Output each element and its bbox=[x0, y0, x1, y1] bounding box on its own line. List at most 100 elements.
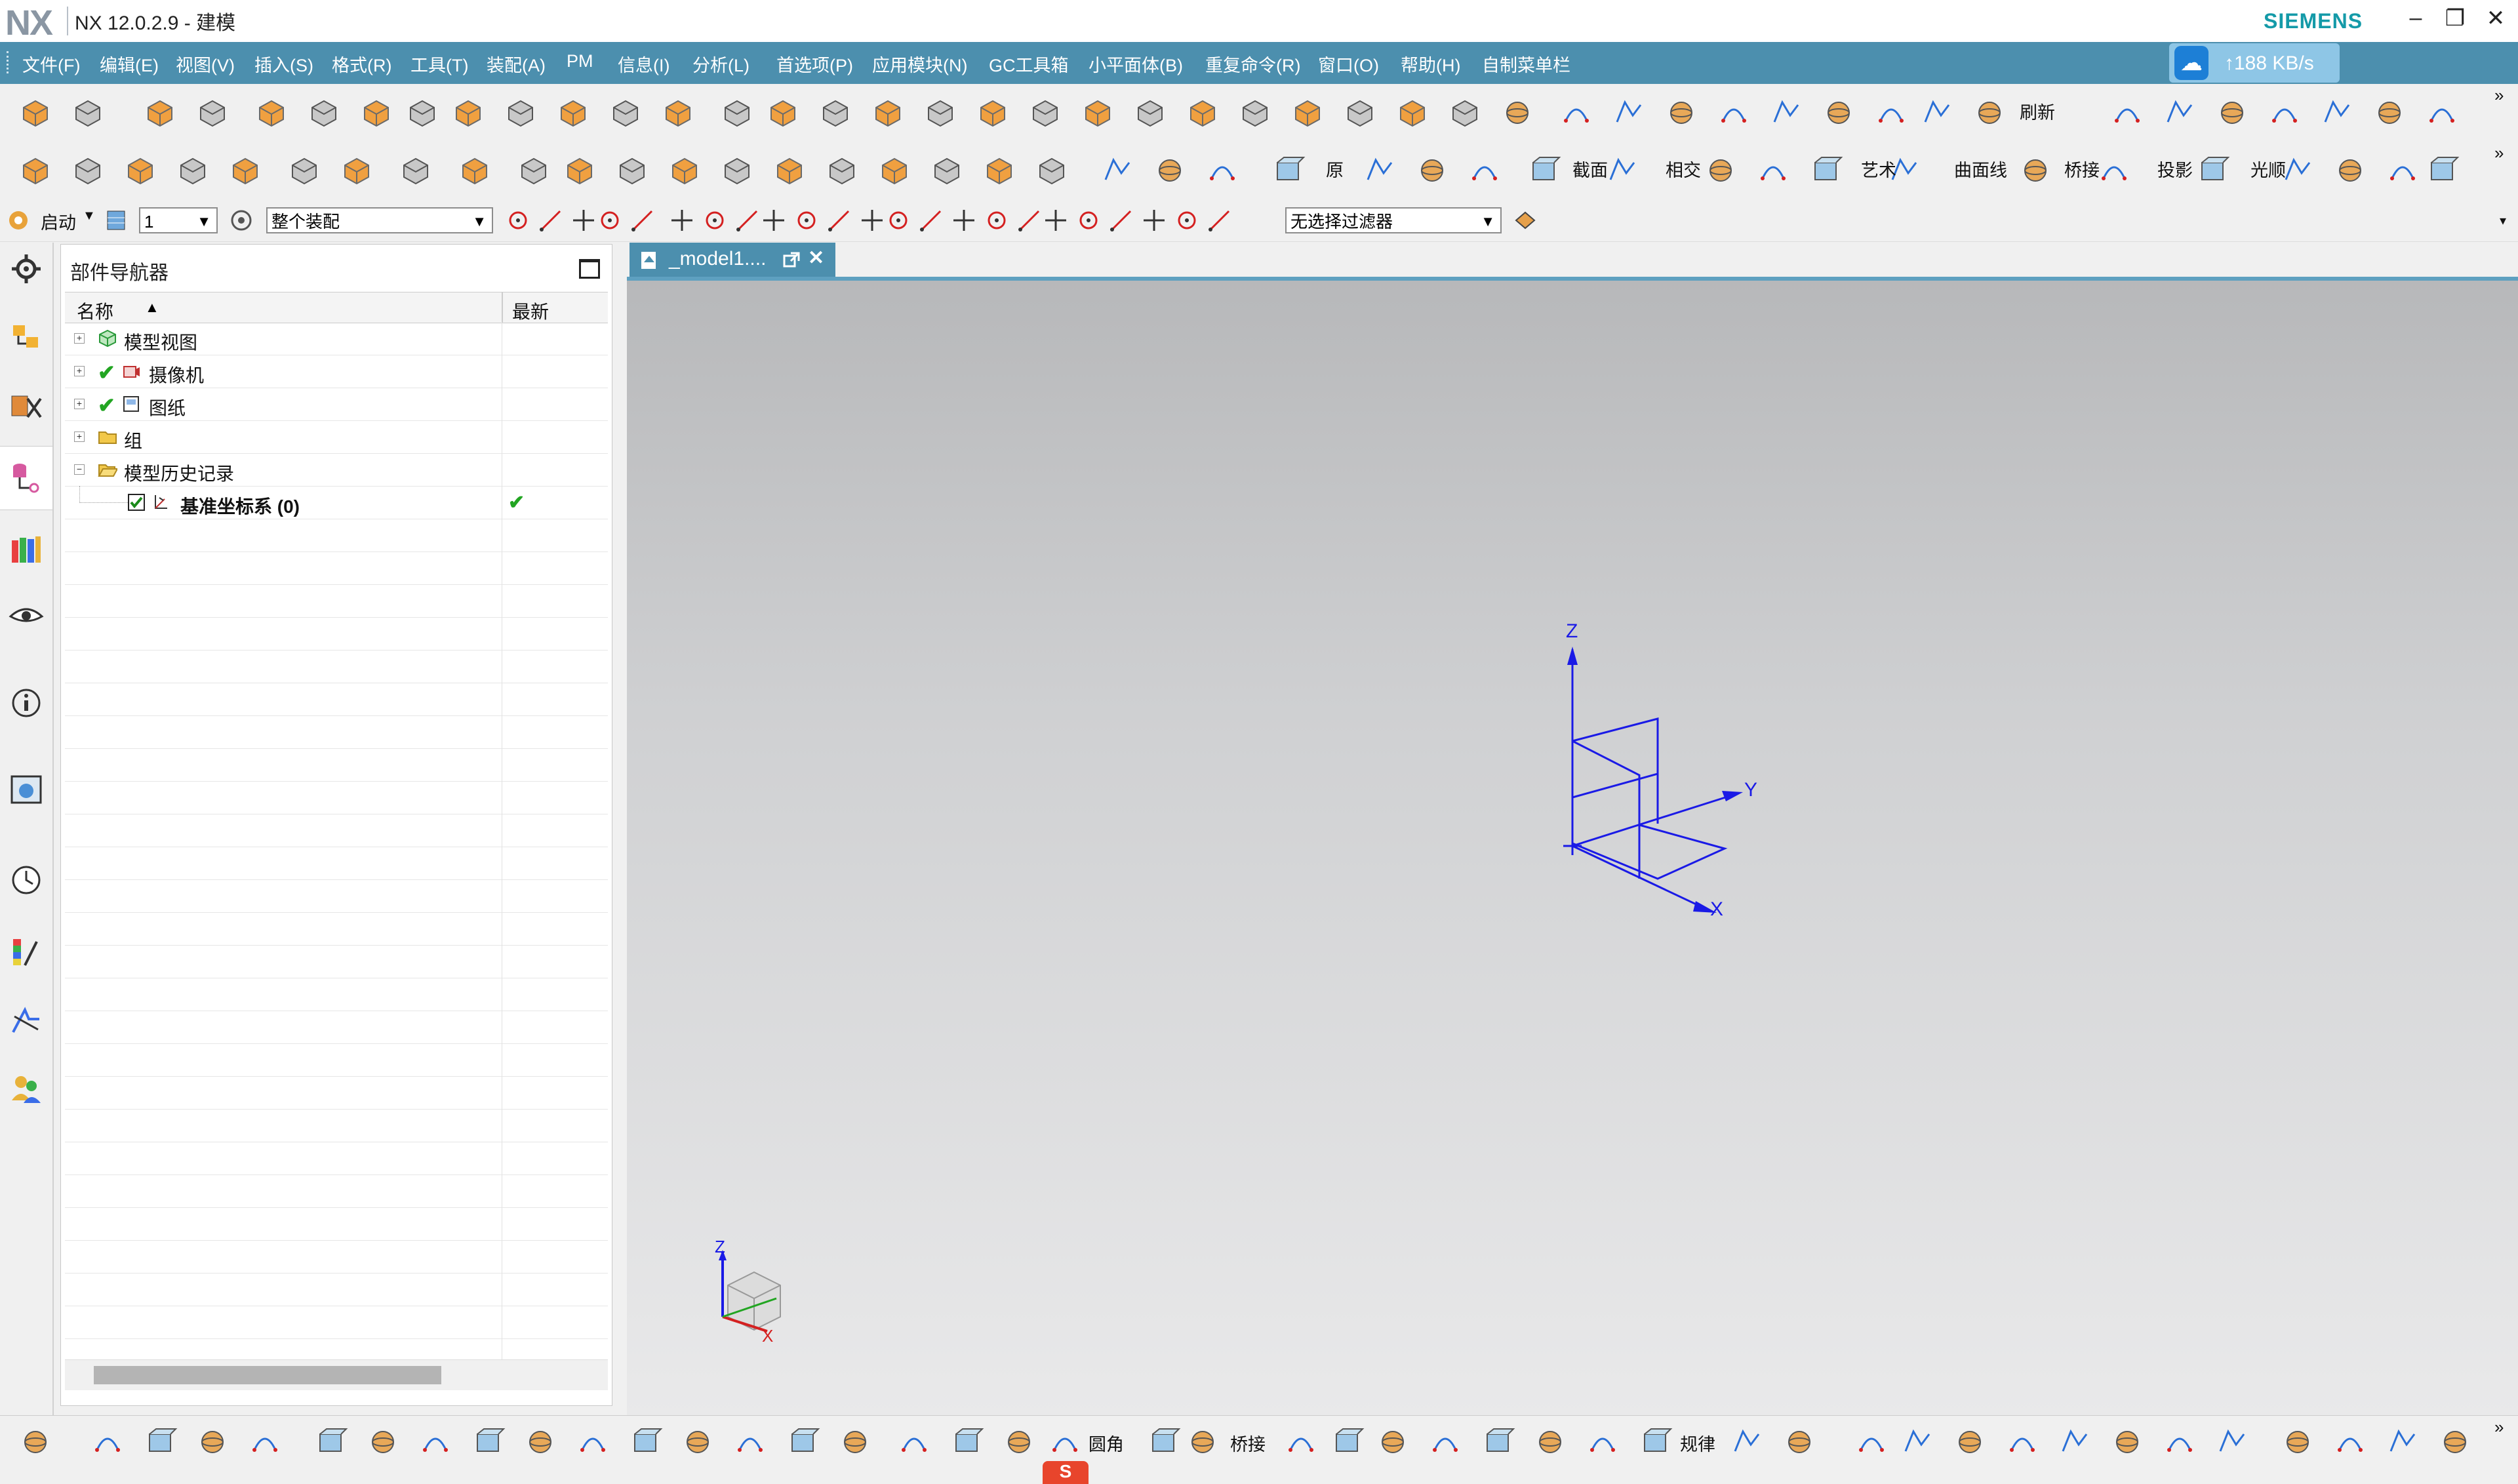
tool-icon[interactable] bbox=[95, 1437, 120, 1452]
tool-icon[interactable] bbox=[777, 157, 802, 185]
tool-icon[interactable] bbox=[410, 100, 435, 127]
restore-button[interactable]: ❐ bbox=[2437, 5, 2473, 31]
tool-icon[interactable] bbox=[2115, 108, 2140, 123]
tool-icon[interactable] bbox=[561, 100, 586, 127]
tree-row-model-history[interactable]: − 模型历史记录 bbox=[65, 453, 608, 487]
tool-icon[interactable] bbox=[1336, 1428, 1365, 1452]
toolbar2-overflow-icon[interactable]: » bbox=[2494, 143, 2504, 163]
selection-filter-icon[interactable] bbox=[671, 210, 692, 231]
toolbar-row-1-icons[interactable] bbox=[0, 84, 2518, 142]
tree-row-drawings[interactable]: + ✔ 图纸 bbox=[65, 388, 608, 421]
tool-icon[interactable] bbox=[292, 157, 317, 185]
tool-icon[interactable] bbox=[1104, 157, 1130, 180]
process-studio-icon[interactable] bbox=[8, 1003, 45, 1040]
tool-icon[interactable] bbox=[1609, 157, 1635, 180]
horizontal-scrollbar-thumb[interactable] bbox=[94, 1366, 441, 1384]
document-tab[interactable]: _model1.... ✕ bbox=[630, 243, 835, 277]
tool-icon[interactable] bbox=[666, 100, 690, 127]
selection-filter-icon[interactable] bbox=[1144, 210, 1165, 231]
tool-icon[interactable] bbox=[1487, 1428, 1515, 1452]
expand-icon[interactable]: + bbox=[74, 399, 85, 409]
tool-icon[interactable] bbox=[2024, 159, 2047, 182]
part-navigator-icon[interactable] bbox=[8, 459, 45, 496]
tool-bridge-label[interactable]: 桥接 bbox=[2064, 156, 2100, 182]
tool-icon[interactable] bbox=[2167, 1437, 2192, 1452]
start-icon[interactable] bbox=[7, 207, 30, 233]
toolbar-overflow-icon[interactable]: » bbox=[2494, 85, 2504, 106]
tool-icon[interactable] bbox=[823, 100, 848, 127]
tool-icon[interactable] bbox=[1828, 102, 1850, 124]
tool-fillet-label[interactable]: 圆角 bbox=[1089, 1430, 1124, 1456]
tool-icon[interactable] bbox=[1709, 159, 1732, 182]
tree-row-cameras[interactable]: + ✔ 摄像机 bbox=[65, 355, 608, 388]
tool-icon[interactable] bbox=[567, 157, 592, 185]
tree-row-groups[interactable]: + 组 bbox=[65, 420, 608, 454]
bottom-overflow-icon[interactable]: » bbox=[2494, 1417, 2504, 1437]
tool-icon[interactable] bbox=[529, 1431, 551, 1453]
eye-icon[interactable] bbox=[8, 597, 45, 633]
gear-icon[interactable] bbox=[8, 251, 45, 287]
tool-icon[interactable] bbox=[1978, 102, 2001, 124]
tool-icon[interactable] bbox=[613, 100, 638, 127]
checkbox-checked-icon[interactable] bbox=[127, 492, 146, 512]
info-icon[interactable] bbox=[8, 685, 45, 721]
toolbar-row-2-icons[interactable] bbox=[0, 142, 2518, 199]
tool-surface-curve-label[interactable]: 曲面线 bbox=[1954, 156, 2007, 182]
tool-icon[interactable] bbox=[1564, 108, 1589, 123]
tool-icon[interactable] bbox=[955, 1428, 984, 1452]
assembly-navigator-icon[interactable] bbox=[8, 319, 45, 355]
tool-icon[interactable] bbox=[128, 157, 153, 185]
tool-intersect-label[interactable]: 相交 bbox=[1666, 156, 1701, 182]
start-menu[interactable]: 启动 bbox=[41, 209, 76, 234]
tool-icon[interactable] bbox=[1367, 157, 1393, 180]
tool-icon[interactable] bbox=[372, 1431, 394, 1453]
tool-icon[interactable] bbox=[1039, 157, 1064, 185]
tool-section-label[interactable]: 截面 bbox=[1572, 156, 1608, 182]
menu-insert[interactable]: 插入(S) bbox=[254, 51, 313, 77]
tool-icon[interactable] bbox=[423, 1437, 448, 1452]
selection-filter-icon[interactable] bbox=[920, 210, 942, 231]
tool-icon[interactable] bbox=[75, 157, 100, 185]
tool-icon[interactable] bbox=[844, 1431, 866, 1453]
selection-filter-icon[interactable] bbox=[1018, 210, 1040, 231]
tool-icon[interactable] bbox=[987, 157, 1012, 185]
assembly-scope-icon[interactable] bbox=[228, 207, 254, 233]
tool-icon[interactable] bbox=[521, 157, 546, 185]
tool-icon[interactable] bbox=[2287, 1431, 2309, 1453]
column-separator[interactable] bbox=[502, 292, 503, 323]
tool-icon[interactable] bbox=[1616, 100, 1642, 123]
selection-filter-icon[interactable] bbox=[862, 210, 883, 231]
tool-icon[interactable] bbox=[364, 100, 389, 127]
tool-icon[interactable] bbox=[2116, 1431, 2138, 1453]
tool-icon[interactable] bbox=[1472, 166, 1497, 180]
tool-icon[interactable] bbox=[2167, 100, 2193, 123]
selection-filter-icon[interactable] bbox=[1209, 210, 1230, 231]
selection-filter-icon[interactable] bbox=[889, 211, 908, 230]
tool-icon[interactable] bbox=[344, 157, 369, 185]
selection-filter-icon[interactable] bbox=[573, 210, 594, 231]
tool-icon[interactable] bbox=[1243, 100, 1268, 127]
tool-icon[interactable] bbox=[882, 157, 907, 185]
tool-icon[interactable] bbox=[738, 1437, 763, 1452]
maximize-icon[interactable] bbox=[579, 259, 600, 279]
reuse-library-icon[interactable] bbox=[8, 531, 45, 568]
tool-icon[interactable] bbox=[1210, 166, 1235, 180]
menu-pm[interactable]: PM bbox=[567, 51, 593, 71]
selection-filter-icon[interactable] bbox=[631, 210, 653, 231]
tree-row-datum-csys[interactable]: 基准坐标系 (0) ✔ bbox=[65, 486, 608, 519]
menu-facet-body[interactable]: 小平面体(B) bbox=[1089, 51, 1183, 77]
tool-icon[interactable] bbox=[201, 1431, 224, 1453]
history-clock-icon[interactable] bbox=[8, 862, 45, 898]
menu-window[interactable]: 窗口(O) bbox=[1318, 51, 1379, 77]
tool-bridge-bottom-label[interactable]: 桥接 bbox=[1230, 1430, 1266, 1456]
tool-icon[interactable] bbox=[259, 100, 284, 127]
expand-icon[interactable]: + bbox=[74, 431, 85, 442]
tool-icon[interactable] bbox=[791, 1428, 820, 1452]
tool-icon[interactable] bbox=[148, 100, 172, 127]
menu-help[interactable]: 帮助(H) bbox=[1401, 51, 1460, 77]
selection-filter-icon[interactable] bbox=[1045, 210, 1066, 231]
tool-icon[interactable] bbox=[403, 157, 428, 185]
tool-icon[interactable] bbox=[2062, 1429, 2088, 1452]
tool-icon[interactable] bbox=[1421, 159, 1443, 182]
selection-filter-icon[interactable] bbox=[601, 211, 619, 230]
